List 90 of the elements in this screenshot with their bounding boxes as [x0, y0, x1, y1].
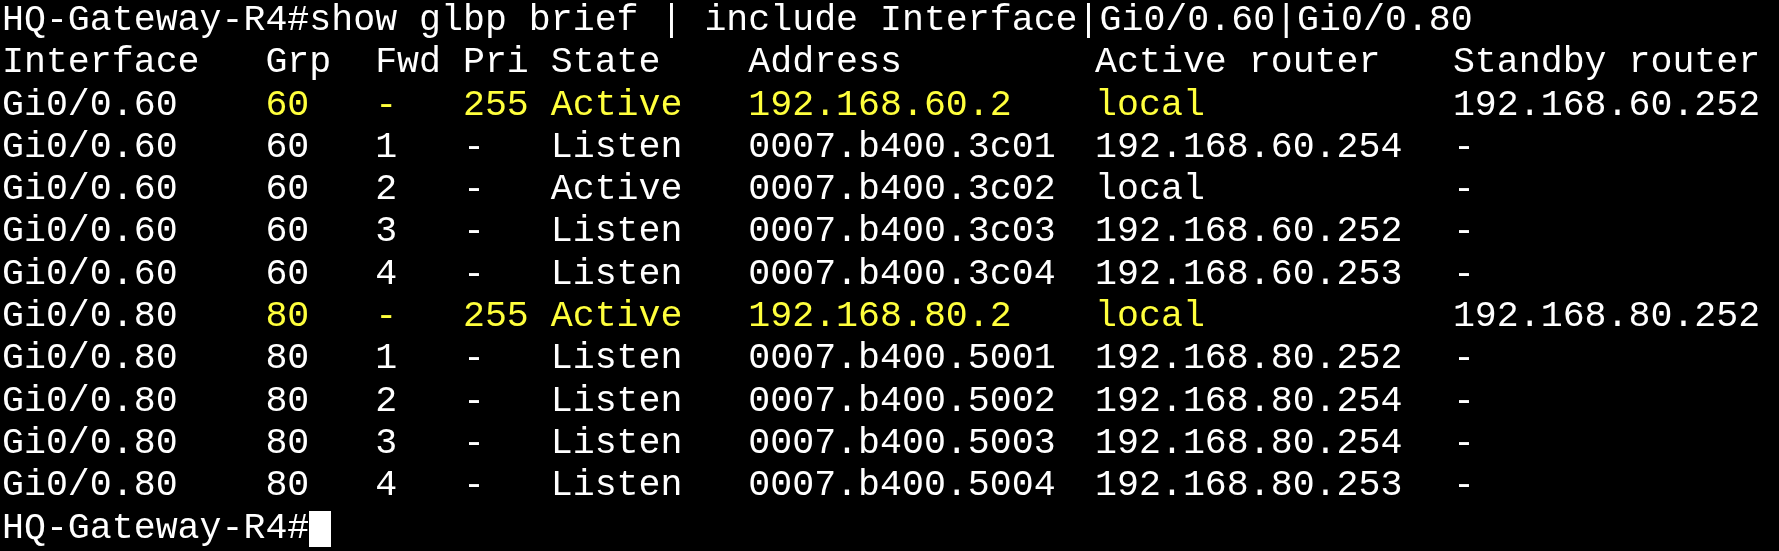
table-cell: - — [375, 296, 398, 339]
table-cell: 80 — [265, 422, 310, 466]
column-header: Grp — [265, 42, 332, 85]
table-cell: - — [1452, 380, 1475, 423]
table-cell: - — [462, 380, 485, 423]
table-cell: 80 — [265, 338, 310, 381]
table-cell: - — [1452, 169, 1475, 212]
table-cell: Gi0/0.60 — [2, 126, 178, 170]
table-cell: Listen — [550, 465, 683, 508]
table-cell: 0007.b400.3c04 — [748, 253, 1056, 297]
table-cell: 255 — [462, 84, 529, 127]
table-cell: - — [462, 253, 485, 297]
column-header: State — [550, 42, 661, 85]
table-cell: Listen — [550, 380, 683, 423]
table-cell: 3 — [375, 211, 398, 254]
table-cell: 192.168.60.253 — [1095, 253, 1403, 297]
table-cell: - — [1452, 126, 1475, 170]
table-cell: Gi0/0.60 — [2, 169, 178, 212]
table-cell: - — [462, 169, 485, 212]
table-cell: Gi0/0.80 — [2, 422, 178, 466]
table-cell: Listen — [550, 211, 683, 254]
column-header: Address — [748, 42, 902, 85]
table-cell: 0007.b400.3c01 — [748, 126, 1056, 170]
table-cell: 192.168.60.252 — [1095, 211, 1403, 254]
table-cell: - — [462, 422, 485, 466]
table-cell: Gi0/0.80 — [2, 465, 178, 508]
table-cell: 0007.b400.3c02 — [748, 169, 1056, 212]
table-cell: 80 — [265, 296, 310, 339]
table-cell: Listen — [550, 126, 683, 170]
table-cell: Gi0/0.80 — [2, 296, 178, 339]
table-cell: 0007.b400.5004 — [748, 465, 1056, 508]
table-cell: 60 — [265, 169, 310, 212]
table-cell: 255 — [462, 296, 529, 339]
table-cell: Gi0/0.60 — [2, 84, 178, 127]
table-cell: 192.168.60.252 — [1452, 84, 1761, 127]
table-cell: 80 — [265, 380, 310, 423]
table-cell: 192.168.80.253 — [1095, 465, 1403, 508]
column-header: Standby router — [1452, 42, 1761, 85]
table-cell: 192.168.80.254 — [1095, 380, 1403, 423]
table-cell: - — [1452, 253, 1475, 297]
table-cell: Active — [550, 84, 683, 127]
table-cell: 192.168.80.252 — [1452, 296, 1761, 339]
table-cell: 192.168.80.252 — [1095, 338, 1403, 381]
table-cell: Gi0/0.80 — [2, 338, 178, 381]
table-cell: 192.168.80.254 — [1095, 422, 1403, 466]
table-cell: 0007.b400.5002 — [748, 380, 1056, 423]
table-cell: - — [1452, 465, 1475, 508]
table-cell: 80 — [265, 465, 310, 508]
table-cell: 60 — [265, 253, 310, 297]
table-cell: Gi0/0.60 — [2, 211, 178, 254]
table-cell: Listen — [550, 422, 683, 466]
prompt-text: HQ-Gateway-R4# — [2, 507, 310, 550]
table-cell: - — [375, 84, 398, 127]
table-cell: Active — [550, 296, 683, 339]
table-cell: 4 — [375, 253, 398, 297]
column-header: Pri — [462, 42, 529, 85]
column-header: Fwd — [375, 42, 441, 85]
table-cell: - — [1452, 211, 1475, 254]
table-cell: 2 — [375, 169, 398, 212]
column-header: Interface — [2, 42, 200, 85]
table-cell: - — [462, 465, 485, 508]
table-cell: Listen — [550, 253, 683, 297]
table-cell: Gi0/0.60 — [2, 253, 178, 297]
table-cell: local — [1095, 169, 1205, 212]
table-cell: 1 — [375, 126, 398, 170]
table-cell: 3 — [375, 422, 398, 466]
table-cell: 4 — [375, 465, 398, 508]
table-cell: 192.168.60.2 — [748, 84, 1012, 127]
command-line: HQ-Gateway-R4#show glbp brief | include Interface|Gi0/0.60|Gi0/0.80 — [2, 0, 1474, 43]
table-cell: - — [462, 126, 485, 170]
table-cell: 1 — [375, 338, 398, 381]
table-cell: - — [462, 211, 485, 254]
column-header: Active router — [1095, 42, 1381, 85]
table-cell: 60 — [265, 211, 310, 254]
table-cell: 60 — [265, 84, 310, 127]
table-cell: 192.168.80.2 — [748, 296, 1012, 339]
table-cell: 0007.b400.5003 — [748, 422, 1056, 466]
table-cell: Listen — [550, 338, 683, 381]
table-cell: local — [1095, 84, 1205, 127]
table-cell: 0007.b400.5001 — [748, 338, 1056, 381]
table-cell: local — [1095, 296, 1205, 339]
table-cell: 0007.b400.3c03 — [748, 211, 1056, 254]
table-cell: - — [1452, 338, 1475, 381]
table-cell: 2 — [375, 380, 398, 423]
table-cell: 192.168.60.254 — [1095, 126, 1403, 170]
table-cell: Gi0/0.80 — [2, 380, 178, 423]
table-cell: - — [1452, 422, 1475, 466]
table-cell: 60 — [265, 126, 310, 170]
table-cell: Active — [550, 169, 683, 212]
table-cell: - — [462, 338, 485, 381]
